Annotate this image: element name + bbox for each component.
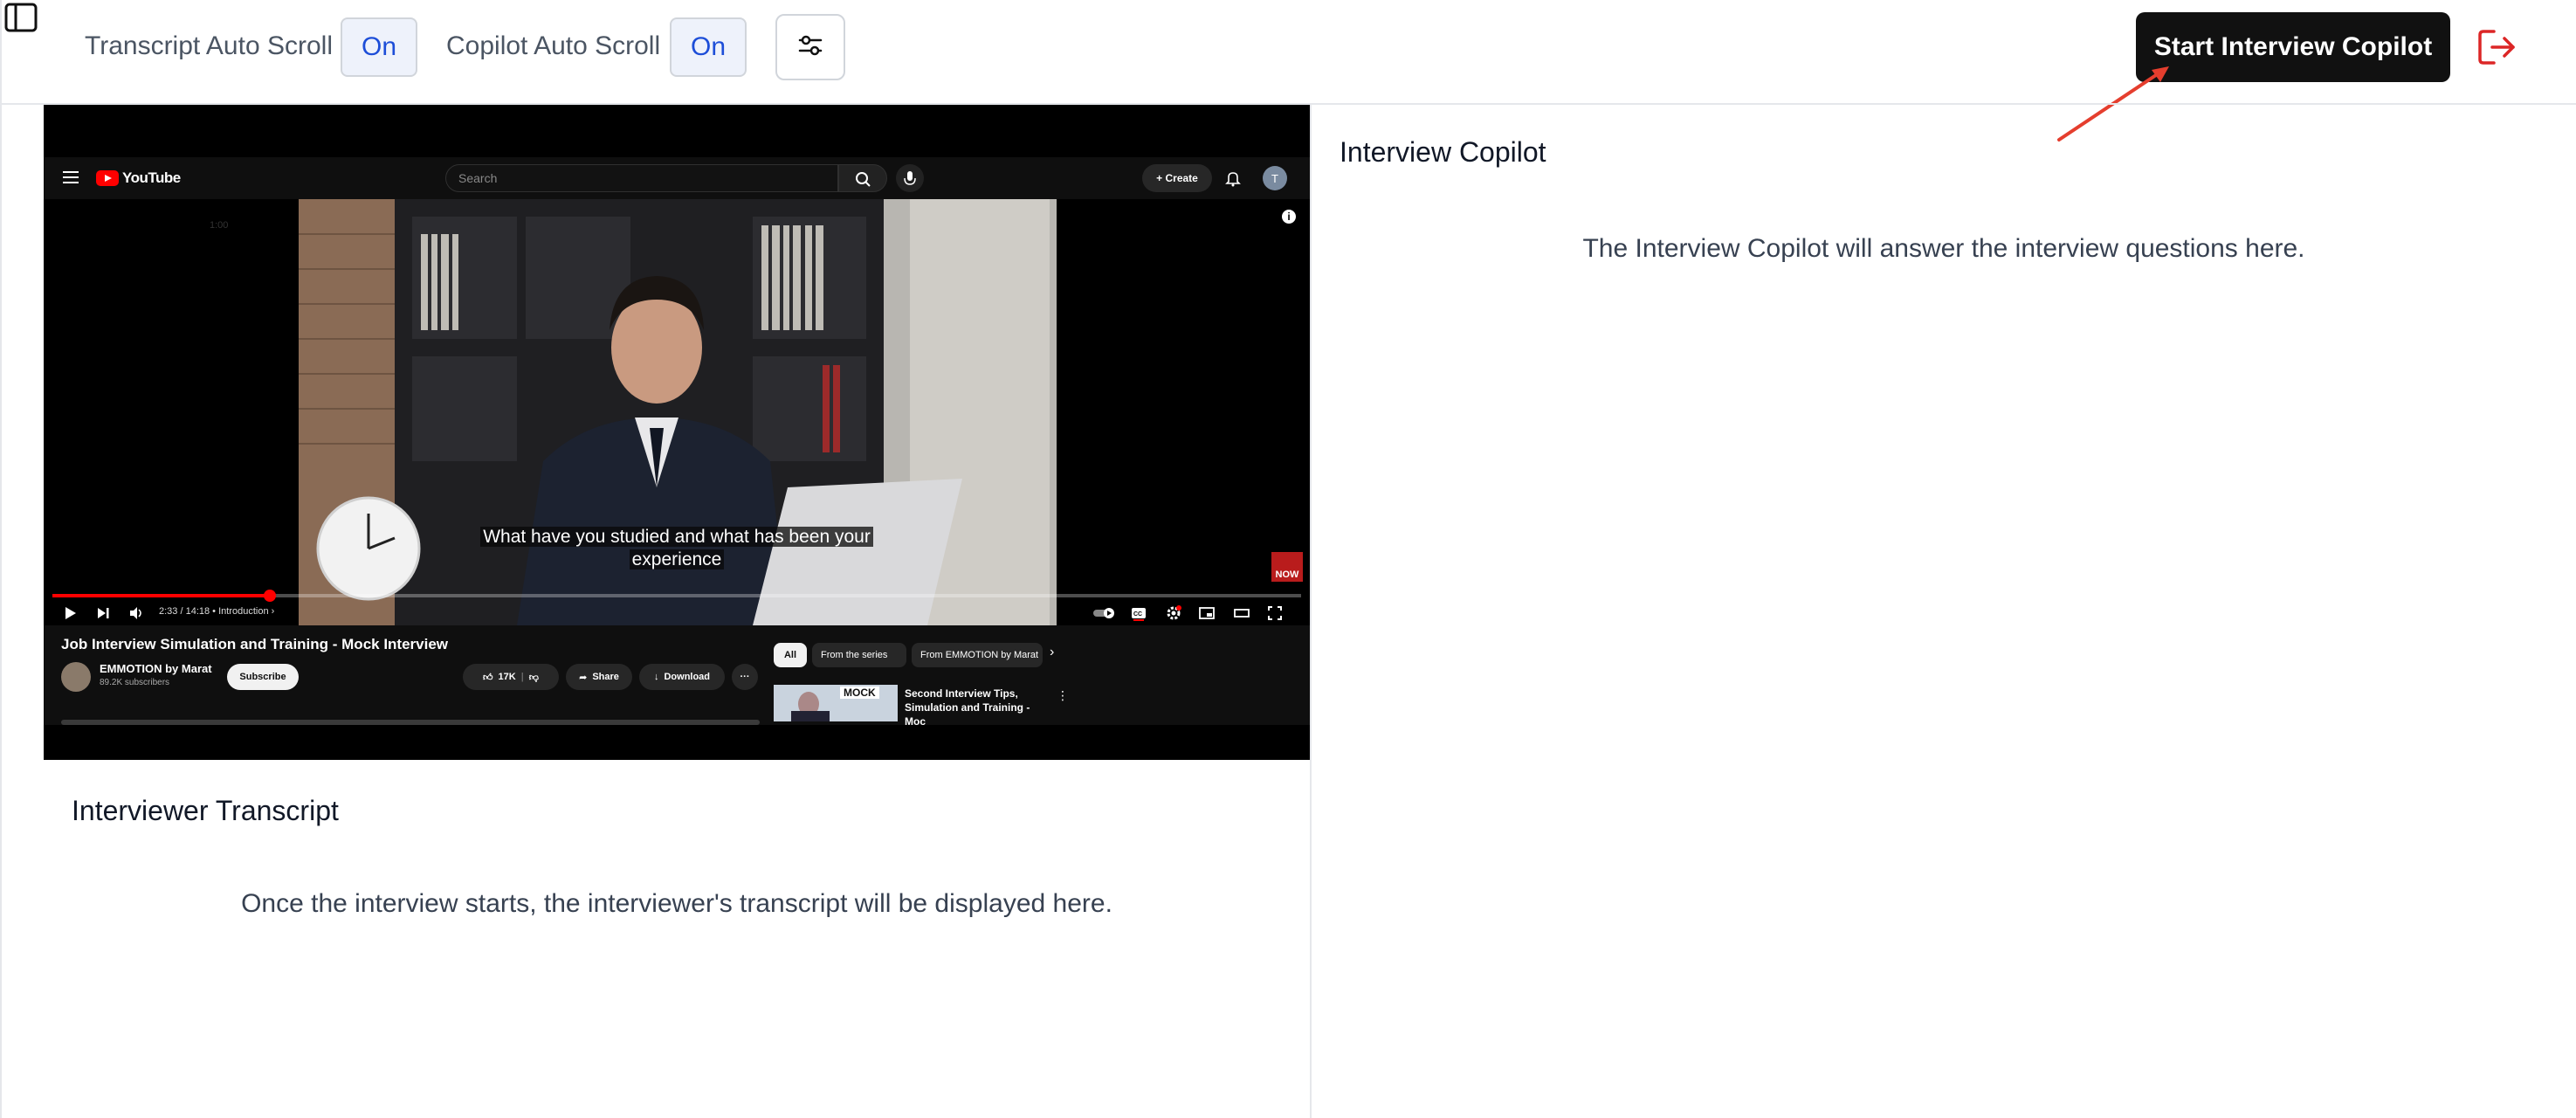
thumbs-down-icon: 👎︎ <box>528 672 539 683</box>
copilot-heading: Interview Copilot <box>1340 136 1546 168</box>
menu-icon <box>63 169 79 185</box>
video-chapter: Introduction <box>218 606 269 617</box>
like-dislike-buttons: 👍︎ 17K | 👎︎ <box>463 664 559 690</box>
download-icon: ↓ <box>653 672 659 682</box>
more-icon: ··· <box>732 664 758 690</box>
plus-icon: + <box>1156 172 1166 184</box>
youtube-logo: YouTube <box>96 168 181 189</box>
youtube-avatar: T <box>1263 166 1287 190</box>
video-progress-bar <box>52 590 1301 602</box>
copilot-auto-scroll-label: Copilot Auto Scroll <box>446 31 661 60</box>
logout-icon[interactable] <box>2476 26 2520 68</box>
chevron-right-icon: › <box>1050 645 1055 659</box>
video-progress-thumb <box>263 590 276 602</box>
miniplayer-icon <box>1198 604 1216 622</box>
left-border <box>0 0 2 1118</box>
fullscreen-icon <box>1266 604 1284 622</box>
search-icon <box>838 164 887 192</box>
kebab-menu-icon: ⋮ <box>1057 688 1069 702</box>
volume-icon <box>127 604 145 622</box>
youtube-create-button: + Create <box>1142 164 1212 192</box>
svg-text:CC: CC <box>1133 611 1142 618</box>
sidebar-icon[interactable] <box>3 2 38 33</box>
recommended-thumbnail: MOCK <box>774 685 898 721</box>
youtube-subscribe-button: Subscribe <box>227 664 299 690</box>
copilot-placeholder: The Interview Copilot will answer the in… <box>1582 234 2305 263</box>
play-icon <box>61 604 79 622</box>
share-label: Share <box>592 672 619 682</box>
youtube-wordmark: YouTube <box>122 169 181 186</box>
youtube-download-button: ↓ Download <box>639 664 725 690</box>
chip-from-channel: From EMMOTION by Marat <box>912 643 1043 667</box>
video-time-value: 2:33 / 14:18 <box>159 606 210 617</box>
screen-share-video: YouTube Search + Create T 1:00 i What ha… <box>44 105 1310 760</box>
transcript-auto-scroll-label: Transcript Auto Scroll <box>85 31 333 60</box>
recommended-video-title: Second Interview Tips, Simulation and Tr… <box>905 687 1030 728</box>
caption-line-2: experience <box>629 549 725 569</box>
create-label: Create <box>1165 172 1198 184</box>
app-page: Transcript Auto Scroll On Copilot Auto S… <box>0 0 2576 1118</box>
transcript-placeholder: Once the interview starts, the interview… <box>241 889 1112 918</box>
youtube-header: YouTube Search + Create T <box>44 157 1310 199</box>
player-timecode: 1:00 <box>210 220 229 231</box>
next-icon <box>94 604 112 622</box>
info-icon: i <box>1282 210 1296 224</box>
youtube-scrollbar <box>61 720 760 725</box>
channel-watermark: NOW <box>1271 552 1303 582</box>
copilot-auto-scroll-toggle[interactable]: On <box>670 17 747 77</box>
youtube-video-title: Job Interview Simulation and Training - … <box>61 636 449 652</box>
bell-icon <box>1224 169 1242 187</box>
video-progress-fill <box>52 594 270 597</box>
youtube-play-icon <box>96 170 119 186</box>
recommended-thumbnail-label: MOCK <box>840 687 879 699</box>
player-controls: 2:33 / 14:18 • Introduction › CC <box>44 601 1310 625</box>
theater-mode-icon <box>1233 604 1250 622</box>
autoplay-toggle-icon <box>1092 604 1118 622</box>
channel-name: EMMOTION by Marat <box>100 662 212 675</box>
transcript-heading: Interviewer Transcript <box>72 795 339 826</box>
settings-gear-icon <box>1165 604 1182 622</box>
youtube-player: 1:00 i What have you studied and what ha… <box>44 199 1310 625</box>
youtube-video-details: Job Interview Simulation and Training - … <box>44 625 1310 728</box>
caption-line-1: What have you studied and what has been … <box>480 527 873 547</box>
video-time: 2:33 / 14:18 • Introduction › <box>159 606 275 617</box>
youtube-search-input: Search <box>445 164 838 192</box>
start-interview-copilot-button[interactable]: Start Interview Copilot <box>2136 12 2450 82</box>
captions-icon: CC <box>1130 604 1147 622</box>
channel-avatar <box>61 662 91 692</box>
thumbs-up-icon: 👍︎ <box>483 672 493 683</box>
chip-all: All <box>774 643 807 667</box>
like-count: 17K <box>498 672 516 682</box>
share-icon: ➦ <box>579 672 588 683</box>
video-caption: What have you studied and what has been … <box>472 526 882 571</box>
download-label: Download <box>664 672 711 682</box>
chip-from-series: From the series <box>812 643 906 667</box>
youtube-share-button: ➦ Share <box>566 664 632 690</box>
settings-button[interactable] <box>775 14 845 80</box>
sliders-icon <box>797 32 823 63</box>
channel-subscribers: 89.2K subscribers <box>100 678 170 687</box>
transcript-auto-scroll-toggle[interactable]: On <box>341 17 417 77</box>
mic-icon <box>896 164 924 192</box>
